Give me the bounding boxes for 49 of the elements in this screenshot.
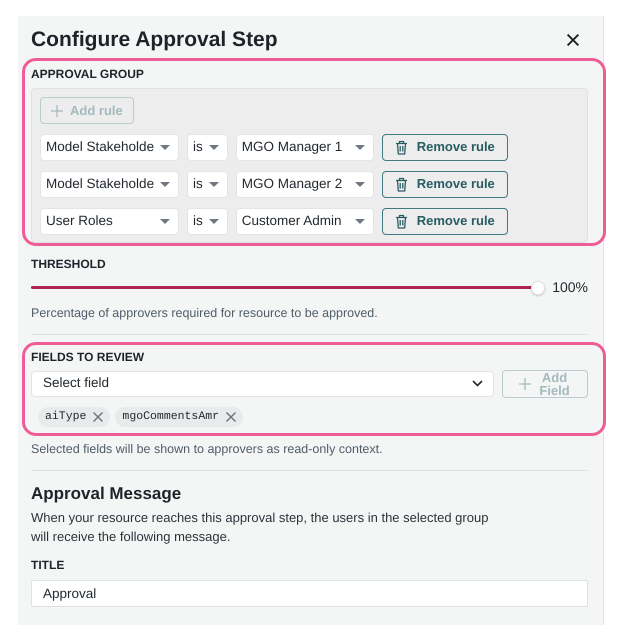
caret-icon bbox=[160, 144, 170, 150]
field-select[interactable]: Model Stakeholde bbox=[40, 134, 179, 160]
caret-icon bbox=[160, 218, 170, 224]
remove-rule-button[interactable]: Remove rule bbox=[382, 134, 508, 160]
caret-icon bbox=[354, 218, 365, 224]
section-label: THRESHOLD bbox=[31, 256, 107, 270]
slider-value: 100% bbox=[552, 278, 588, 297]
caret-icon bbox=[208, 144, 219, 150]
close-button[interactable] bbox=[564, 31, 582, 49]
description-text: When your resource reaches this approval step, the users in the selected group will receive the following message. bbox=[31, 508, 490, 546]
section-heading: Approval Message bbox=[31, 482, 182, 504]
close-icon bbox=[226, 412, 236, 422]
value-select[interactable]: MGO Manager 2 bbox=[236, 170, 374, 198]
field-select[interactable]: Model Stakeholde bbox=[40, 170, 179, 198]
trash-icon bbox=[394, 140, 408, 154]
tag-label: mgoCommentsAmr bbox=[122, 408, 220, 425]
field-label: TITLE bbox=[31, 558, 66, 572]
close-icon bbox=[567, 34, 579, 46]
value-select[interactable]: Customer Admin bbox=[236, 208, 374, 234]
help-text: Percentage of approvers required for resource to be approved. bbox=[31, 304, 379, 322]
plus-icon bbox=[518, 378, 530, 390]
chevron-down-icon bbox=[472, 380, 483, 387]
remove-tag-button[interactable] bbox=[93, 412, 104, 422]
slider-thumb[interactable] bbox=[531, 280, 546, 294]
tag-label: aiType bbox=[45, 408, 86, 425]
plus-icon bbox=[51, 104, 63, 116]
caret-icon bbox=[160, 182, 170, 186]
remove-rule-button[interactable]: Remove rule bbox=[382, 208, 508, 234]
trash-icon bbox=[394, 176, 408, 192]
remove-rule-button[interactable]: Remove rule bbox=[382, 170, 508, 198]
operator-select[interactable]: is bbox=[187, 170, 228, 198]
section-label: APPROVAL GROUP bbox=[31, 67, 145, 81]
caret-icon bbox=[208, 218, 219, 224]
value-select[interactable]: MGO Manager 1 bbox=[236, 134, 374, 160]
remove-tag-button[interactable] bbox=[226, 412, 236, 422]
field-select[interactable]: User Roles bbox=[40, 208, 179, 234]
trash-icon bbox=[394, 214, 408, 228]
section-label: FIELDS TO REVIEW bbox=[31, 350, 146, 364]
caret-icon bbox=[354, 182, 365, 186]
help-text: Selected fields will be shown to approvers as read-only context. bbox=[31, 440, 384, 458]
operator-select[interactable]: is bbox=[187, 134, 228, 160]
caret-icon bbox=[208, 182, 219, 186]
threshold-slider[interactable] bbox=[31, 280, 546, 294]
caret-icon bbox=[354, 144, 365, 150]
title-input[interactable]: Approval bbox=[31, 580, 588, 606]
field-select[interactable]: Select field bbox=[31, 370, 494, 396]
operator-select[interactable]: is bbox=[187, 208, 228, 234]
close-icon bbox=[93, 412, 104, 422]
dialog-title: Configure Approval Step bbox=[31, 27, 278, 53]
